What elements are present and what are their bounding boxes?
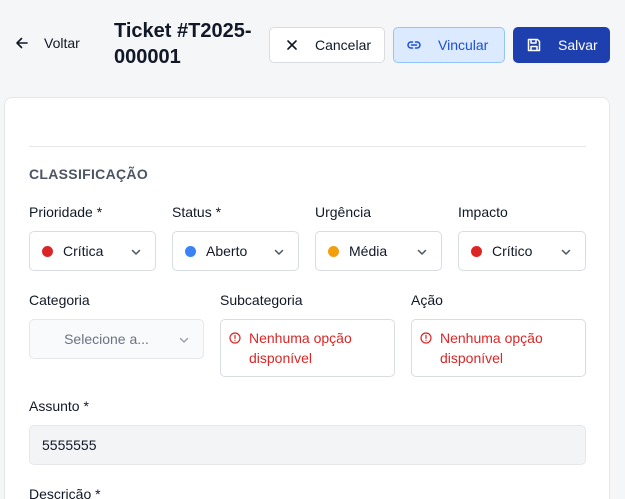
link-button[interactable]: Vincular xyxy=(393,27,505,63)
urgency-value: Média xyxy=(349,243,388,259)
chevron-down-icon xyxy=(561,249,571,255)
category-label: Categoria xyxy=(29,292,90,308)
subject-input[interactable]: 5555555 xyxy=(29,425,586,465)
chevron-down-icon xyxy=(131,249,141,255)
status-value: Aberto xyxy=(206,243,248,259)
status-select[interactable]: Aberto xyxy=(172,231,299,271)
chevron-down-icon xyxy=(274,249,284,255)
cancel-button[interactable]: Cancelar xyxy=(269,27,385,63)
impact-value: Crítico xyxy=(492,243,533,259)
priority-color-dot xyxy=(42,245,53,257)
priority-label: Prioridade * xyxy=(29,204,103,220)
subcategory-label: Subcategoria xyxy=(220,292,303,308)
priority-value: Crítica xyxy=(63,243,104,259)
page-title: Ticket #T2025-000001 xyxy=(114,20,252,68)
arrow-left-icon xyxy=(16,37,28,49)
subject-label: Assunto * xyxy=(29,398,89,414)
cancel-label: Cancelar xyxy=(315,37,372,53)
subcategory-empty-state: Nenhuma opção disponível xyxy=(220,319,395,377)
link-icon xyxy=(407,41,421,49)
status-color-dot xyxy=(185,245,196,257)
back-button[interactable]: Voltar xyxy=(14,35,80,51)
urgency-select[interactable]: Média xyxy=(315,231,442,271)
impact-select[interactable]: Crítico xyxy=(458,231,586,271)
priority-select[interactable]: Crítica xyxy=(29,231,156,271)
chevron-down-icon xyxy=(179,337,189,343)
save-icon xyxy=(527,38,541,52)
close-icon xyxy=(287,40,297,50)
urgency-label: Urgência xyxy=(315,204,372,220)
save-label: Salvar xyxy=(558,37,598,53)
form-card: CLASSIFICAÇÃO Prioridade * Status * Urgê… xyxy=(4,97,610,499)
urgency-color-dot xyxy=(328,245,339,257)
action-empty-state: Nenhuma opção disponível xyxy=(411,319,586,377)
alert-circle-icon xyxy=(229,332,241,344)
top-bar: Voltar Ticket #T2025-000001 Cancelar Vin… xyxy=(0,0,625,90)
category-placeholder: Selecione a... xyxy=(64,331,149,347)
action-message: Nenhuma opção disponível xyxy=(440,330,543,366)
divider xyxy=(29,146,586,147)
impact-label: Impacto xyxy=(458,204,508,220)
section-title: CLASSIFICAÇÃO xyxy=(29,166,149,182)
save-button[interactable]: Salvar xyxy=(513,27,610,63)
subcategory-message: Nenhuma opção disponível xyxy=(249,330,352,366)
chevron-down-icon xyxy=(417,249,427,255)
status-label: Status * xyxy=(172,204,222,220)
impact-color-dot xyxy=(471,245,482,257)
action-label: Ação xyxy=(411,292,443,308)
alert-circle-icon xyxy=(420,332,432,344)
description-label: Descrição * xyxy=(29,486,101,499)
link-label: Vincular xyxy=(438,37,489,53)
back-label: Voltar xyxy=(44,35,80,51)
category-select[interactable]: Selecione a... xyxy=(29,319,204,359)
